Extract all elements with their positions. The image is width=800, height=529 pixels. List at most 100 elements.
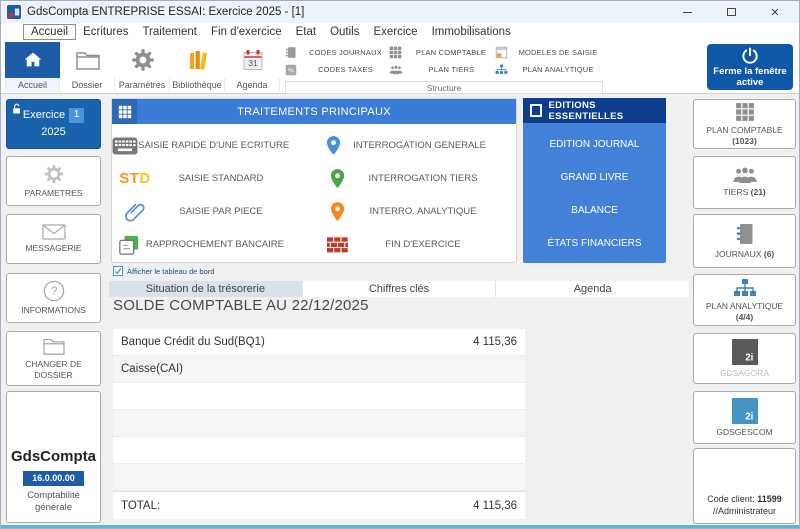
- minimize-button[interactable]: [665, 1, 709, 23]
- ribbon-accueil-button[interactable]: Accueil: [5, 42, 60, 92]
- menu-immobilisations[interactable]: Immobilisations: [425, 25, 518, 39]
- parametres-button[interactable]: PARAMETRES: [6, 156, 101, 206]
- close-button[interactable]: ✕: [753, 1, 797, 23]
- plan-comptable-shortcut[interactable]: PLAN COMPTABLE(1023): [693, 99, 796, 149]
- grid-white-icon: [112, 99, 137, 124]
- structure-group-label: Structure: [285, 81, 603, 94]
- main-content: Exercice 1 2025 PARAMETRES MESSAGERIE ? …: [1, 94, 799, 528]
- ribbon-parametres-button[interactable]: Paramètres: [115, 42, 170, 92]
- gdsgescom-shortcut[interactable]: 2i GDSGESCOM: [693, 391, 796, 444]
- journaux-shortcut[interactable]: JOURNAUX (6): [693, 214, 796, 268]
- exercice-label: Exercice: [23, 109, 65, 123]
- tiers-shortcut[interactable]: TIERS (21): [693, 156, 796, 209]
- branding-panel: GdsCompta 16.0.00.00 Comptabilité généra…: [6, 391, 101, 523]
- svg-text:%: %: [288, 67, 294, 74]
- gear-icon: [130, 47, 156, 73]
- tab-agenda[interactable]: Agenda: [495, 281, 689, 297]
- people-icon: [389, 65, 403, 75]
- menu-exercice[interactable]: Exercice: [366, 25, 424, 39]
- map-pin-orange-icon: [314, 201, 360, 222]
- balance-link[interactable]: BALANCE: [523, 194, 666, 227]
- menu-etat[interactable]: Etat: [289, 25, 323, 39]
- people-icon: [732, 167, 758, 184]
- dashboard-checkbox-label: Afficher le tableau de bord: [127, 267, 214, 276]
- svg-text:2i: 2i: [745, 411, 753, 422]
- ribbon-agenda-button[interactable]: 31 Agenda: [225, 42, 280, 92]
- tab-chiffres-cles[interactable]: Chiffres clés: [302, 281, 496, 297]
- menubar: Accueil Ecritures Traitement Fin d'exerc…: [1, 23, 799, 41]
- dashboard-checkbox[interactable]: [113, 266, 123, 276]
- traitements-header: TRAITEMENTS PRINCIPAUX: [112, 99, 516, 124]
- table-row[interactable]: Caisse(CAI): [113, 356, 525, 383]
- menu-accueil[interactable]: Accueil: [23, 24, 76, 40]
- org-chart-icon: [733, 278, 757, 298]
- parametres-label: PARAMETRES: [25, 188, 83, 199]
- power-icon: [740, 46, 760, 66]
- svg-text:2i: 2i: [745, 352, 753, 363]
- app-module: Comptabilité générale: [21, 490, 87, 514]
- close-active-window-button[interactable]: Ferme la fenêtre active: [707, 44, 793, 90]
- keyboard-icon: [112, 137, 138, 155]
- journal-icon: [735, 222, 755, 246]
- unlock-icon: [11, 103, 23, 115]
- home-icon: [22, 49, 44, 71]
- menu-outils[interactable]: Outils: [323, 25, 366, 39]
- interro-analytique-item[interactable]: INTERRO. ANALYTIQUE: [314, 195, 516, 228]
- modeles-saisie-button[interactable]: MODELES DE SAISIE: [495, 46, 603, 59]
- plan-tiers-button[interactable]: PLAN TIERS: [389, 65, 495, 75]
- exercice-button[interactable]: Exercice 1 2025: [6, 99, 101, 149]
- menu-fin-exercice[interactable]: Fin d'exercice: [204, 25, 289, 39]
- gdsagora-label: GDSAGORA: [720, 368, 769, 379]
- plan-analytique-shortcut[interactable]: PLAN ANALYTIQUE(4/4): [693, 274, 796, 326]
- codes-journaux-button[interactable]: CODES JOURNAUX: [285, 46, 389, 59]
- table-total-row: TOTAL: 4 115,36: [113, 491, 525, 519]
- ribbon: Accueil Dossier Paramètres Bibliothèque: [1, 41, 799, 94]
- interrogation-generale-item[interactable]: INTERROGATION GENERALE: [314, 129, 516, 162]
- gdsagora-shortcut[interactable]: 2i GDSAGORA: [693, 333, 796, 384]
- map-pin-blue-icon: [314, 135, 353, 156]
- window-title: GdsCompta ENTREPRISE ESSAI: Exercice 202…: [27, 6, 304, 18]
- table-row[interactable]: [113, 383, 525, 410]
- fin-exercice-item[interactable]: FIN D'EXERCICE: [314, 228, 516, 261]
- plan-comptable-button[interactable]: PLAN COMPTABLE: [389, 46, 495, 59]
- folder-open-icon: [41, 336, 67, 356]
- tab-situation-tresorerie[interactable]: Situation de la trésorerie: [109, 281, 302, 297]
- tresorerie-table: Banque Crédit du Sud(BQ1) 4 115,36 Caiss…: [113, 329, 525, 519]
- codes-taxes-button[interactable]: % CODES TAXES: [285, 64, 389, 76]
- client-user: //Administrateur: [713, 506, 776, 517]
- saisie-rapide-item[interactable]: SAISIE RAPIDE D'UNE ECRITURE: [112, 129, 314, 162]
- plan-analytique-button[interactable]: PLAN ANALYTIQUE: [495, 64, 603, 75]
- folder-icon: [75, 49, 101, 71]
- ribbon-dossier-button[interactable]: Dossier: [60, 42, 115, 92]
- messagerie-button[interactable]: MESSAGERIE: [6, 214, 101, 264]
- table-row[interactable]: [113, 464, 525, 491]
- interrogation-tiers-item[interactable]: INTERROGATION TIERS: [314, 162, 516, 195]
- saisie-par-piece-item[interactable]: SAISIE PAR PIECE: [112, 195, 314, 228]
- changer-dossier-button[interactable]: CHANGER DE DOSSIER: [6, 331, 101, 386]
- table-row[interactable]: [113, 437, 525, 464]
- traitements-principaux-panel: TRAITEMENTS PRINCIPAUX SAISIE RAPIDE D'U…: [111, 98, 517, 263]
- gear-outline-icon: [43, 163, 65, 185]
- grand-livre-link[interactable]: GRAND LIVRE: [523, 161, 666, 194]
- editions-header: EDITIONS ESSENTIELLES: [523, 98, 666, 123]
- table-row[interactable]: [113, 410, 525, 437]
- percent-icon: %: [285, 64, 297, 76]
- menu-ecritures[interactable]: Ecritures: [76, 25, 135, 39]
- editions-title: EDITIONS ESSENTIELLES: [549, 100, 666, 122]
- informations-button[interactable]: ? INFORMATIONS: [6, 273, 101, 323]
- table-row[interactable]: Banque Crédit du Sud(BQ1) 4 115,36: [113, 329, 525, 356]
- edition-journal-link[interactable]: EDITION JOURNAL: [523, 128, 666, 161]
- informations-label: INFORMATIONS: [21, 305, 86, 316]
- dashboard-tabs: Situation de la trésorerie Chiffres clés…: [109, 281, 689, 297]
- rapprochement-bancaire-item[interactable]: RAPPROCHEMENT BANCAIRE: [112, 228, 314, 261]
- menu-traitement[interactable]: Traitement: [135, 25, 204, 39]
- saisie-standard-item[interactable]: STD SAISIE STANDARD: [112, 162, 314, 195]
- app-version-badge: 16.0.00.00: [23, 471, 84, 486]
- editions-essentielles-panel: EDITIONS ESSENTIELLES EDITION JOURNAL GR…: [523, 98, 666, 263]
- ribbon-bibliotheque-button[interactable]: Bibliothèque: [170, 42, 225, 92]
- journal-icon: [285, 46, 297, 59]
- calendar-icon: 31: [241, 48, 265, 72]
- maximize-button[interactable]: [709, 1, 753, 23]
- messagerie-label: MESSAGERIE: [25, 243, 81, 254]
- etats-financiers-link[interactable]: ÉTATS FINANCIERS: [523, 227, 666, 260]
